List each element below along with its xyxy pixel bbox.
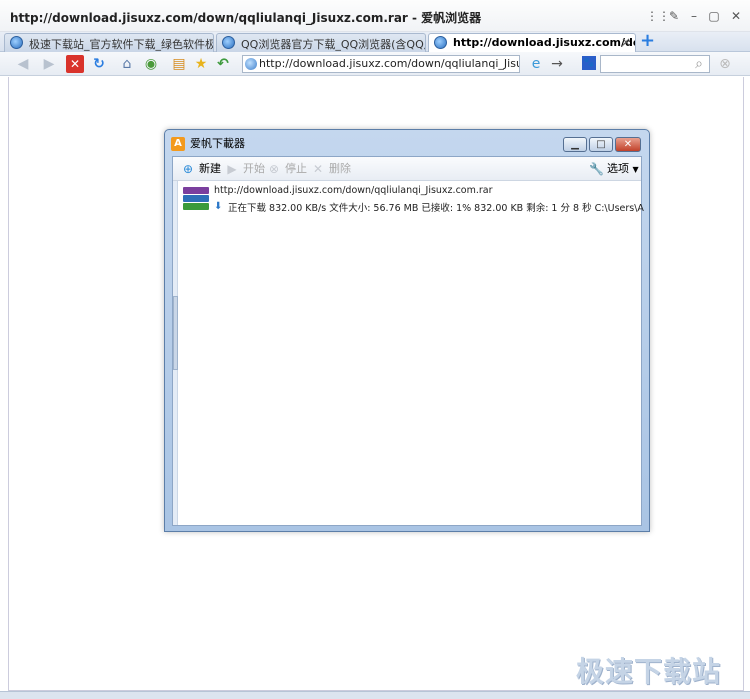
restore-icon[interactable]: ◉	[142, 55, 160, 73]
minimize-icon[interactable]: –	[686, 8, 702, 24]
address-text: http://download.jisuxz.com/down/qqliulan…	[259, 57, 519, 70]
navigation-bar: ◀ ▶ ✕ ↻ ⌂ ◉ ▤ ★ ↶ http://download.jisuxz…	[0, 52, 750, 76]
refresh-icon[interactable]: ↻	[90, 55, 108, 73]
tab-bar: 极速下载站_官方软件下载_绿色软件极... QQ浏览器官方下载_QQ浏览器(含Q…	[0, 32, 750, 53]
wrench-icon: 🔧	[589, 162, 604, 176]
stop-icon: ⊗	[268, 162, 280, 176]
start-label: 开始	[243, 162, 265, 175]
status-bar	[0, 691, 750, 699]
rar-archive-icon	[183, 187, 209, 211]
skin-icon[interactable]: ✎	[666, 8, 682, 24]
close-icon[interactable]: ✕	[728, 8, 744, 24]
stop-label: 停止	[285, 162, 307, 175]
download-task-row[interactable]: http://download.jisuxz.com/down/qqliulan…	[183, 185, 644, 221]
window-title: http://download.jisuxz.com/down/qqliulan…	[10, 11, 482, 25]
tab-close-icon[interactable]: ×	[621, 35, 631, 49]
delete-label: 删除	[329, 162, 351, 175]
site-favicon-icon	[434, 36, 447, 49]
site-favicon-icon	[10, 36, 23, 49]
search-engine-icon[interactable]: 🐾	[582, 56, 596, 70]
splitter-handle[interactable]	[173, 296, 178, 370]
new-tab-icon[interactable]: +	[640, 32, 655, 50]
go-icon[interactable]: →	[548, 55, 566, 73]
apps-icon[interactable]: ⋮⋮	[646, 8, 670, 24]
site-favicon-icon	[222, 36, 235, 49]
tab-download[interactable]: http://download.jisuxz.com/down... ×	[428, 33, 636, 53]
tab-label: http://download.jisuxz.com/down...	[453, 36, 635, 49]
undo-icon[interactable]: ↶	[214, 55, 232, 73]
stop-button[interactable]: ⊗ 停止	[267, 161, 307, 177]
task-url: http://download.jisuxz.com/down/qqliulan…	[214, 185, 493, 196]
options-button[interactable]: 🔧 选项 ▼	[589, 161, 639, 177]
tab-label: 极速下载站_官方软件下载_绿色软件极...	[29, 38, 214, 51]
close-button[interactable]: ✕	[615, 137, 641, 152]
stop-icon[interactable]: ✕	[66, 55, 84, 73]
title-bar: http://download.jisuxz.com/down/qqliulan…	[0, 0, 750, 32]
favorites-add-icon[interactable]: ▤	[170, 55, 188, 73]
downloader-title: 爱帆下載器	[190, 137, 245, 150]
downloader-title-bar: A 爱帆下載器	[171, 136, 245, 152]
side-splitter[interactable]	[173, 181, 178, 525]
minimize-button[interactable]: ▁	[563, 137, 587, 152]
star-icon[interactable]: ★	[192, 55, 210, 73]
delete-icon: ✕	[312, 162, 324, 176]
new-download-icon: ⊕	[182, 162, 194, 176]
delete-button[interactable]: ✕ 删除	[311, 161, 351, 177]
globe-icon	[245, 58, 257, 70]
new-button[interactable]: ⊕ 新建	[181, 161, 221, 177]
downloader-body: ⊕ 新建 ▶ 开始 ⊗ 停止 ✕ 删除 🔧 选项 ▼ http://downlo…	[172, 156, 644, 526]
downloader-toolbar: ⊕ 新建 ▶ 开始 ⊗ 停止 ✕ 删除 🔧 选项 ▼	[173, 157, 641, 181]
new-label: 新建	[199, 162, 221, 175]
tab-jisuxz[interactable]: 极速下载站_官方软件下载_绿色软件极...	[4, 33, 214, 52]
task-status: ⬇ 正在下载 832.00 KB/s 文件大小: 56.76 MB 已接收: 1…	[214, 200, 644, 214]
app-logo-icon: A	[171, 137, 185, 151]
ie-mode-icon[interactable]: e	[527, 55, 545, 73]
back-icon[interactable]: ◀	[14, 55, 32, 73]
downloader-window: A 爱帆下載器 ▁ □ ✕ ⊕ 新建 ▶ 开始 ⊗ 停止 ✕ 删除 🔧 选项 ▼…	[164, 129, 650, 532]
home-icon[interactable]: ⌂	[118, 55, 136, 73]
play-icon: ▶	[227, 162, 237, 176]
tab-qqbrowser[interactable]: QQ浏览器官方下载_QQ浏览器(含QQ用...	[216, 33, 426, 52]
downloading-icon: ⬇	[214, 201, 223, 212]
forward-icon[interactable]: ▶	[40, 55, 58, 73]
search-icon[interactable]: ⌕	[690, 55, 708, 73]
task-status-text: 正在下载 832.00 KB/s 文件大小: 56.76 MB 已接收: 1% …	[228, 203, 644, 214]
maximize-icon[interactable]: ▢	[706, 8, 722, 24]
options-label: 选项	[607, 162, 629, 175]
maximize-button[interactable]: □	[589, 137, 613, 152]
start-button[interactable]: ▶ 开始	[225, 161, 265, 177]
address-bar[interactable]: http://download.jisuxz.com/down/qqliulan…	[242, 55, 520, 73]
chevron-down-icon: ▼	[632, 165, 639, 174]
watermark: 极速下载站	[576, 655, 722, 688]
tab-label: QQ浏览器官方下载_QQ浏览器(含QQ用...	[241, 38, 426, 51]
clear-icon[interactable]: ⊗	[716, 55, 734, 73]
